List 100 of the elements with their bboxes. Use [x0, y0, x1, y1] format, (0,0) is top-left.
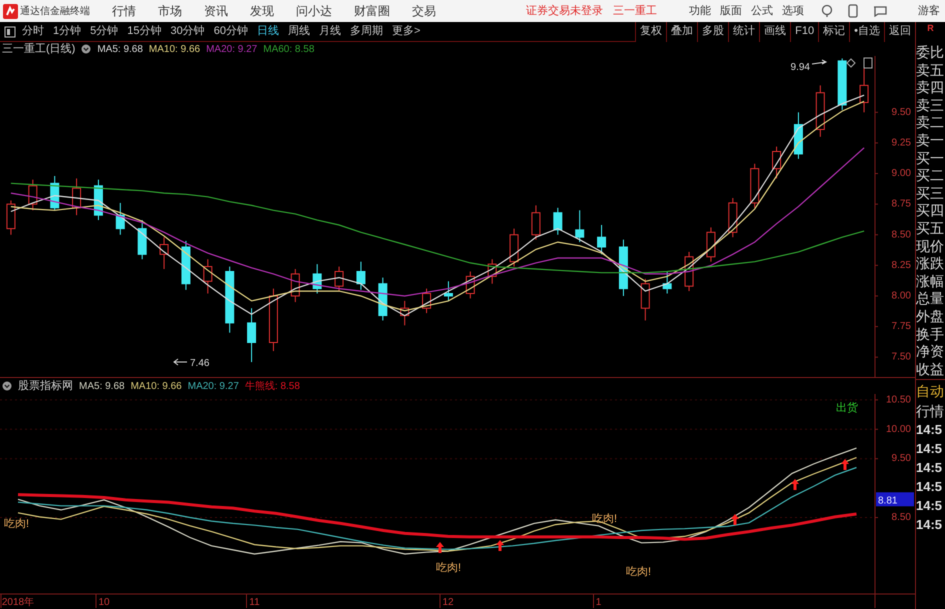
candlestick [597, 224, 606, 255]
menu-item[interactable]: 版面 [720, 2, 742, 20]
axis-tick-label: 10.50 [886, 394, 911, 406]
period-tab[interactable]: 日线 [257, 23, 279, 40]
series-value-label: : 9.68 [100, 380, 125, 394]
message-icon[interactable] [872, 5, 888, 17]
menu-item[interactable]: 发现 [250, 2, 274, 20]
axis-tick-label: 9.50 [892, 453, 911, 464]
toolbar-button[interactable]: 复权 [635, 22, 666, 42]
menu-item[interactable]: 选项 [782, 2, 804, 20]
quote-field-label: 外盘 [916, 308, 945, 326]
window-icon[interactable] [864, 58, 872, 68]
collapse-icon[interactable] [81, 44, 92, 54]
toolbar-button[interactable]: 多股 [697, 22, 728, 42]
menu-item[interactable]: 公式 [751, 2, 773, 20]
axis-tick-label: 8.00 [892, 290, 911, 302]
date-axis-label: 10 [98, 597, 110, 608]
quote-field-label: 卖四 [916, 79, 945, 97]
period-tab[interactable]: 更多> [392, 23, 420, 40]
quote-field-label: 买五 [916, 220, 945, 238]
menu-item[interactable]: 资讯 [204, 2, 228, 20]
toolbar-button[interactable]: F10 [790, 22, 818, 42]
toolbar-button[interactable]: 画线 [759, 22, 790, 42]
chart-title: 股票指标网 [18, 378, 73, 394]
series-name-label: MA60 [263, 42, 290, 56]
date-axis-label: 11 [249, 597, 260, 608]
quote-field-label: 总量 [916, 290, 945, 308]
series-name-label: MA5 [97, 42, 118, 56]
period-tab[interactable]: 15分钟 [127, 23, 162, 40]
series-value-label: : 8.58 [274, 380, 300, 394]
quote-field-label: 卖二 [916, 114, 945, 132]
trade-time: 14:5 [916, 516, 944, 534]
toolbar-button[interactable]: 叠加 [666, 22, 698, 42]
quote-field-label: 净资 [916, 343, 945, 361]
period-tab[interactable]: 周线 [288, 23, 310, 40]
quote-field-label: 买三 [916, 184, 945, 202]
panel-icon[interactable] [4, 26, 16, 38]
price-annotation: 7.46 [190, 358, 210, 369]
panel-tab[interactable]: 自动 [916, 381, 945, 400]
toolbar-button[interactable]: 返回 [884, 22, 915, 42]
quote-field-label: 卖五 [916, 62, 945, 80]
menu-item[interactable]: 功能 [689, 2, 711, 20]
collapse-icon[interactable] [2, 381, 12, 391]
axis-tick-label: 8.75 [892, 198, 911, 210]
trade-time: 14:5 [916, 440, 944, 458]
toolbar-button[interactable]: 标记 [818, 22, 850, 42]
toolbar-button[interactable]: •自选 [849, 22, 884, 42]
period-tab[interactable]: 月线 [319, 23, 341, 40]
user-label[interactable]: 游客 [918, 2, 940, 20]
up-arrow-icon [841, 459, 849, 470]
up-arrow-icon [496, 540, 504, 551]
candlestick [444, 280, 453, 302]
leader-line [812, 60, 828, 64]
trade-time: 14:5 [916, 497, 944, 515]
axis-tick-label: 9.50 [892, 106, 911, 118]
panel-tab[interactable]: 行情 [916, 401, 945, 420]
phone-icon[interactable] [848, 4, 858, 18]
price-annotation: 9.94 [790, 62, 810, 73]
trade-time: 14:5 [916, 478, 944, 496]
menu-item[interactable]: 行情 [112, 2, 136, 20]
candlestick [531, 204, 540, 240]
signal-label: 吃肉! [436, 562, 462, 574]
period-tab[interactable]: 1分钟 [53, 23, 82, 40]
up-arrow-icon [436, 542, 444, 553]
axis-tick-label: 7.50 [892, 352, 911, 363]
signal-label: 吃肉! [4, 518, 30, 530]
period-tab[interactable]: 30分钟 [170, 23, 205, 40]
date-axis-label: 1 [596, 597, 602, 608]
series-value-label: : 9.66 [175, 42, 200, 56]
axis-tick-label: 8.50 [892, 512, 911, 524]
trade-time: 14:5 [916, 459, 944, 477]
menu-item[interactable]: 交易 [412, 2, 436, 20]
app-logo-icon [3, 4, 18, 18]
leader-line [173, 358, 188, 366]
candlestick [575, 210, 584, 243]
menu-item[interactable]: 市场 [158, 2, 182, 20]
diamond-icon[interactable] [846, 58, 856, 68]
quote-field-label: 买一 [916, 150, 945, 168]
menu-item[interactable]: 问小达 [296, 2, 332, 20]
quote-field-label: 卖三 [916, 96, 945, 114]
menu-item[interactable]: 财富圈 [354, 2, 390, 20]
series-name-label: MA20 [188, 380, 214, 394]
period-tab[interactable]: 分时 [22, 23, 44, 40]
period-tab[interactable]: 5分钟 [90, 23, 118, 40]
candlestick [334, 266, 344, 292]
series-name-label: MA5 [79, 380, 100, 394]
date-axis-label: 12 [442, 597, 454, 608]
series-value-label: : 8.58 [289, 42, 314, 56]
period-tab[interactable]: 多周期 [350, 23, 383, 40]
series-value-label: : 9.27 [232, 42, 258, 56]
series-value-label: : 9.27 [214, 380, 239, 394]
candlestick [203, 258, 212, 294]
series-name-label: MA10 [148, 42, 176, 56]
period-tab[interactable]: 60分钟 [214, 23, 248, 40]
up-arrow-icon [791, 479, 799, 490]
app-title: 通达信金融终端 [20, 4, 91, 18]
login-status: 证券交易未登录 [526, 4, 603, 19]
toolbar-button[interactable]: 统计 [728, 22, 760, 42]
quote-field-label: 买四 [916, 202, 945, 220]
quote-field-label: 换手 [916, 326, 945, 344]
